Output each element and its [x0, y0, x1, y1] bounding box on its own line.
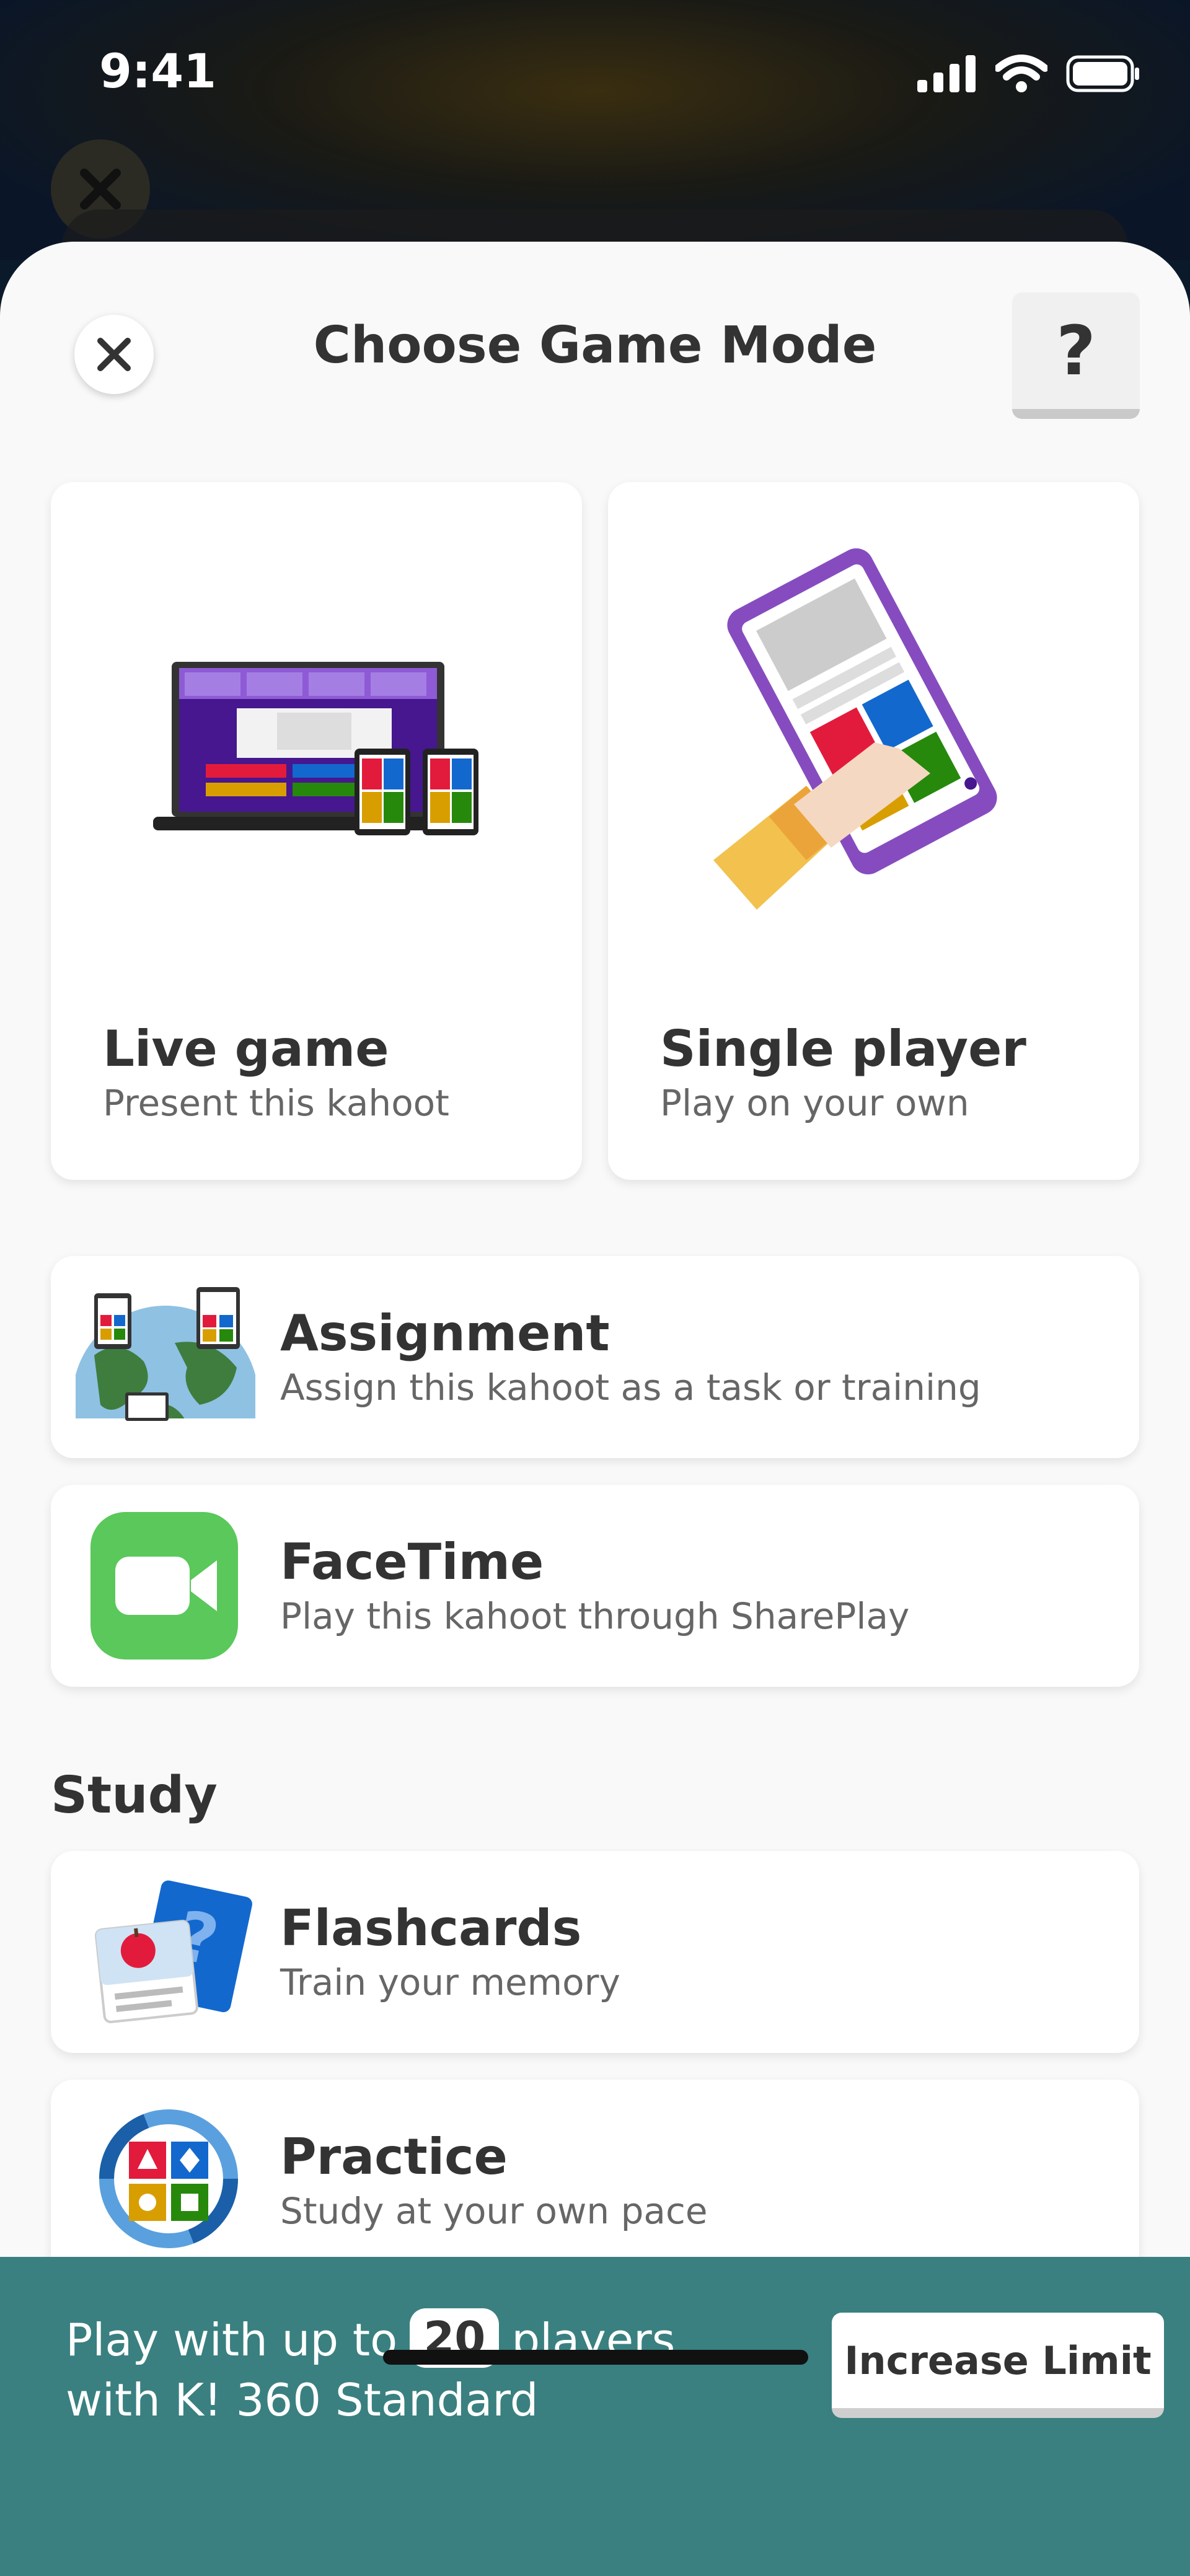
flashcards-option[interactable]: ? Flashcards Train your memory — [51, 1851, 1139, 2053]
facetime-subtitle: Play this kahoot through SharePlay — [280, 1595, 910, 1637]
assignment-title: Assignment — [280, 1304, 610, 1362]
cellular-signal-icon — [917, 55, 976, 92]
flashcards-title: Flashcards — [280, 1899, 582, 1957]
banner-line2: with K! 360 Standard — [66, 2374, 539, 2427]
flashcards-subtitle: Train your memory — [280, 1961, 620, 2003]
facetime-icon — [90, 1512, 238, 1659]
status-bar: 9:41 — [0, 0, 1190, 149]
flashcards-icon: ? — [95, 1880, 252, 2023]
live-game-subtitle: Present this kahoot — [103, 1082, 449, 1124]
globe-icon — [76, 1287, 255, 1421]
live-game-title: Live game — [103, 1020, 389, 1078]
practice-option[interactable]: Practice Study at your own pace — [51, 2080, 1139, 2282]
help-button[interactable]: ? — [1012, 292, 1140, 419]
battery-icon — [1066, 55, 1139, 92]
status-time: 9:41 — [99, 43, 217, 99]
banner-text: Play with up to 20 players with K! 360 Sta… — [66, 2308, 778, 2427]
study-heading: Study — [51, 1766, 218, 1825]
increase-limit-button[interactable]: Increase Limit — [832, 2313, 1164, 2418]
facetime-title: FaceTime — [280, 1533, 544, 1591]
home-indicator[interactable] — [383, 2350, 808, 2365]
facetime-option[interactable]: FaceTime Play this kahoot through ShareP… — [51, 1485, 1139, 1687]
single-player-card[interactable]: Single player Play on your own — [608, 482, 1139, 1180]
single-player-illustration — [713, 548, 997, 910]
banner-text-before: Play with up to — [66, 2314, 398, 2366]
practice-icon — [99, 2109, 238, 2248]
assignment-subtitle: Assign this kahoot as a task or training — [280, 1366, 981, 1409]
single-player-title: Single player — [660, 1020, 1026, 1078]
status-icons — [917, 55, 1140, 93]
live-game-illustration — [153, 662, 478, 835]
wifi-icon — [995, 55, 1047, 92]
practice-title: Practice — [280, 2128, 508, 2186]
single-player-subtitle: Play on your own — [660, 1082, 969, 1124]
upgrade-banner: Play with up to 20 players with K! 360 Sta… — [0, 2257, 1190, 2576]
assignment-option[interactable]: Assignment Assign this kahoot as a task … — [51, 1256, 1139, 1458]
live-game-card[interactable]: Live game Present this kahoot — [51, 482, 582, 1180]
practice-subtitle: Study at your own pace — [280, 2190, 708, 2232]
page-title: Choose Game Mode — [313, 316, 877, 375]
